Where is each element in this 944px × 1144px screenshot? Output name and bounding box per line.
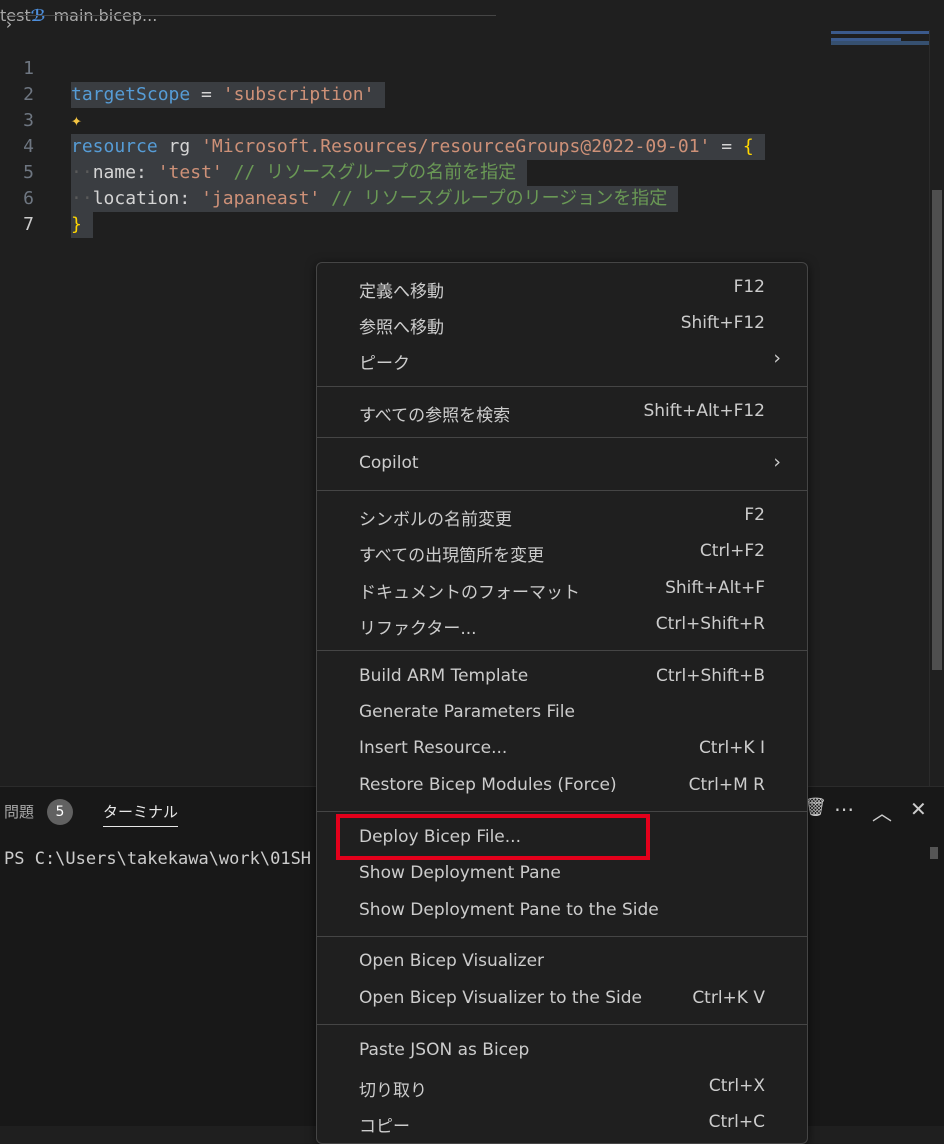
code-line-2[interactable]: 2 ✦: [0, 56, 930, 131]
more-actions-icon[interactable]: ⋯: [834, 797, 854, 821]
code-line-6[interactable]: 6 }: [0, 160, 930, 238]
menu-item-rename-symbol[interactable]: シンボルの名前変更 F2: [317, 499, 807, 535]
minimap[interactable]: [831, 31, 929, 34]
menu-item-refactor[interactable]: リファクター... Ctrl+Shift+R: [317, 608, 807, 644]
code-line-5[interactable]: 5 ··location: 'japaneast' // リソースグループのリー…: [0, 134, 930, 212]
menu-item-go-to-references[interactable]: 参照へ移動 Shift+F12: [317, 307, 807, 343]
minimap-line: [831, 41, 929, 45]
code-line-1[interactable]: 1 targetScope = 'subscription': [0, 30, 930, 108]
menu-item-show-deployment-pane[interactable]: Show Deployment Pane: [317, 857, 807, 893]
code-line-7[interactable]: 7: [0, 186, 930, 235]
chevron-right-icon: ›: [6, 14, 496, 33]
menu-item-peek[interactable]: ピーク ›: [317, 343, 807, 379]
menu-item-show-deployment-pane-side[interactable]: Show Deployment Pane to the Side: [317, 894, 807, 930]
terminal-scrollbar[interactable]: [930, 847, 938, 859]
menu-separator: [317, 650, 807, 651]
menu-item-open-bicep-visualizer[interactable]: Open Bicep Visualizer: [317, 945, 807, 981]
code-line-4[interactable]: 4 ··name: 'test' // リソースグループの名前を指定: [0, 108, 930, 186]
menu-separator: [317, 437, 807, 438]
breadcrumb: test › ℬ main.bicep › ...: [0, 0, 944, 33]
menu-separator: [317, 490, 807, 491]
chevron-right-icon: ›: [773, 347, 781, 369]
editor-scrollbar[interactable]: [929, 30, 944, 786]
highlight-box: [336, 814, 650, 860]
menu-item-paste-json-as-bicep[interactable]: Paste JSON as Bicep: [317, 1034, 807, 1070]
menu-item-change-all-occurrences[interactable]: すべての出現箇所を変更 Ctrl+F2: [317, 535, 807, 571]
menu-item-build-arm-template[interactable]: Build ARM Template Ctrl+Shift+B: [317, 660, 807, 696]
problems-count-badge: 5: [47, 799, 73, 825]
menu-item-open-bicep-visualizer-side[interactable]: Open Bicep Visualizer to the Side Ctrl+K…: [317, 982, 807, 1018]
close-panel-icon[interactable]: ✕: [910, 797, 927, 821]
menu-item-copilot[interactable]: Copilot ›: [317, 447, 807, 483]
context-menu: 定義へ移動 F12 参照へ移動 Shift+F12 ピーク › すべての参照を検…: [316, 262, 808, 1144]
tab-terminal[interactable]: ターミナル: [103, 801, 179, 827]
tab-problems[interactable]: 問題: [4, 801, 34, 822]
line-number: 7: [23, 214, 34, 235]
terminal-output[interactable]: PS C:\Users\takekawa\work\01SH: [4, 849, 311, 869]
chevron-right-icon: ›: [773, 451, 781, 473]
menu-item-generate-parameters-file[interactable]: Generate Parameters File: [317, 696, 807, 732]
menu-separator: [317, 386, 807, 387]
menu-separator: [317, 1024, 807, 1025]
maximize-panel-icon[interactable]: ︿: [872, 797, 892, 826]
menu-item-find-all-references[interactable]: すべての参照を検索 Shift+Alt+F12: [317, 395, 807, 431]
menu-separator: [317, 811, 807, 812]
menu-item-restore-bicep-modules[interactable]: Restore Bicep Modules (Force) Ctrl+M R: [317, 769, 807, 805]
menu-item-copy[interactable]: コピー Ctrl+C: [317, 1106, 807, 1142]
menu-separator: [317, 936, 807, 937]
menu-item-go-to-definition[interactable]: 定義へ移動 F12: [317, 271, 807, 307]
menu-item-format-document[interactable]: ドキュメントのフォーマット Shift+Alt+F: [317, 572, 807, 608]
menu-item-cut[interactable]: 切り取り Ctrl+X: [317, 1070, 807, 1106]
scrollbar-thumb[interactable]: [932, 190, 942, 670]
code-line-3[interactable]: 3 resource rg 'Microsoft.Resources/resou…: [0, 82, 930, 160]
menu-item-insert-resource[interactable]: Insert Resource... Ctrl+K I: [317, 732, 807, 768]
